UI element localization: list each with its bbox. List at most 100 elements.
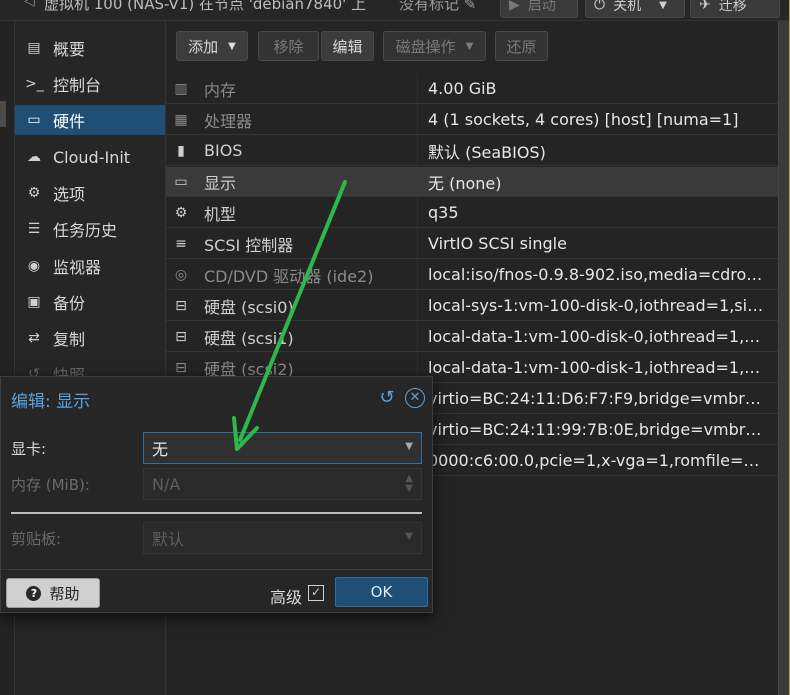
revert-label: 还原 bbox=[506, 37, 537, 56]
table-row[interactable]: ⊟ 硬盘 (scsi0) local-sys-1:vm-100-disk-0,i… bbox=[166, 291, 778, 321]
harddisk-icon: ⊟ bbox=[175, 328, 187, 345]
table-row[interactable]: ≡ SCSI 控制器 VirtIO SCSI single bbox=[166, 229, 778, 259]
sidebar-item-replication[interactable]: ⇄ 复制 bbox=[15, 323, 165, 353]
floppy-icon: ▣ bbox=[27, 294, 41, 310]
sidebar-item-label: Cloud-Init bbox=[53, 147, 131, 167]
ok-button[interactable]: OK bbox=[335, 577, 428, 607]
sidebar-item-label: 概要 bbox=[53, 40, 86, 59]
reset-icon[interactable]: ↺ bbox=[377, 388, 397, 408]
monitor-icon: ▭ bbox=[174, 173, 188, 190]
sidebar-item-monitor[interactable]: ◉ 监视器 bbox=[15, 251, 165, 281]
revert-button[interactable]: 还原 bbox=[495, 31, 548, 61]
book-icon: ▤ bbox=[27, 40, 41, 56]
top-bar: ◁ 虚拟机 100 (NAS-V1) 在节点 'debian7840' 上 没有… bbox=[0, 0, 790, 21]
row-key: 处理器 bbox=[204, 111, 253, 131]
database-icon: ≡ bbox=[175, 235, 187, 252]
sidebar-item-cloud-init[interactable]: ☁ Cloud-Init bbox=[15, 142, 165, 172]
play-icon: ▶ bbox=[509, 0, 520, 13]
clipboard-label: 剪贴板: bbox=[11, 530, 62, 548]
terminal-icon: >_ bbox=[25, 76, 44, 92]
sidebar-item-hardware[interactable]: ▭ 硬件 bbox=[15, 105, 165, 135]
close-icon[interactable]: ✕ bbox=[405, 388, 425, 408]
remove-button[interactable]: 移除 bbox=[258, 31, 319, 61]
chevron-down-icon[interactable]: ▼ bbox=[659, 0, 667, 11]
chevron-down-icon[interactable]: ▼ bbox=[405, 441, 413, 452]
dialog-footer: ? 帮助 高级 ✓ OK bbox=[1, 569, 432, 614]
gpu-label: 显卡: bbox=[11, 440, 47, 458]
gpu-select[interactable]: 无 ▼ bbox=[143, 432, 422, 464]
clipboard-value: 默认 bbox=[152, 530, 185, 549]
disk-ops-label: 磁盘操作 bbox=[395, 37, 456, 56]
row-value: q35 bbox=[428, 203, 459, 222]
row-value: 无 (none) bbox=[428, 173, 502, 193]
sidebar-item-summary[interactable]: ▤ 概要 bbox=[15, 33, 165, 63]
sidebar-item-label: 备份 bbox=[53, 294, 86, 313]
right-panel-edge bbox=[778, 0, 790, 695]
gear-icon: ⚙ bbox=[27, 185, 41, 201]
sidebar-item-label: 复制 bbox=[53, 330, 86, 349]
shutdown-label: 关机 bbox=[613, 0, 642, 14]
cpu-icon: ▦ bbox=[174, 111, 188, 128]
dialog-title: 编辑: 显示 bbox=[11, 392, 91, 412]
dialog-header: 编辑: 显示 ↺ ✕ bbox=[1, 377, 432, 421]
row-key: 显示 bbox=[204, 173, 237, 193]
cdrom-icon: ◎ bbox=[174, 266, 188, 283]
microchip-icon: ▮ bbox=[177, 142, 185, 159]
chevron-down-icon: ▼ bbox=[465, 40, 474, 52]
add-button[interactable]: 添加 ▼ bbox=[176, 31, 248, 61]
start-button[interactable]: ▶ 启动 bbox=[500, 0, 578, 18]
cogs-icon: ⚙ bbox=[174, 204, 188, 221]
clipboard-select[interactable]: 默认 ▼ bbox=[143, 522, 422, 554]
table-row[interactable]: ◎ CD/DVD 驱动器 (ide2) local:iso/fnos-0.9.8… bbox=[166, 260, 778, 290]
table-row[interactable]: ▦ 处理器 4 (1 sockets, 4 cores) [host] [num… bbox=[166, 105, 778, 135]
memory-field[interactable]: N/A ▲ ▼ bbox=[143, 468, 422, 500]
power-icon: ⏻ bbox=[594, 0, 606, 13]
sidebar-item-task-history[interactable]: ☰ 任务历史 bbox=[15, 214, 165, 244]
start-label: 启动 bbox=[527, 0, 556, 14]
back-icon[interactable]: ◁ bbox=[24, 0, 35, 9]
memory-label: 内存 (MiB): bbox=[11, 476, 90, 494]
pencil-icon[interactable]: ✎ bbox=[464, 0, 477, 13]
advanced-checkbox[interactable]: ✓ bbox=[308, 585, 324, 601]
spinner-icon[interactable]: ▲ ▼ bbox=[405, 474, 413, 494]
row-value: local-data-1:vm-100-disk-1,iothread=1,si… bbox=[428, 358, 768, 377]
row-value: 4.00 GiB bbox=[428, 79, 497, 98]
help-button[interactable]: ? 帮助 bbox=[6, 578, 100, 608]
eye-icon: ◉ bbox=[27, 258, 41, 274]
chevron-down-icon[interactable]: ▼ bbox=[405, 531, 413, 542]
row-key: SCSI 控制器 bbox=[204, 235, 294, 255]
sidebar-item-options[interactable]: ⚙ 选项 bbox=[15, 178, 165, 208]
harddisk-icon: ⊟ bbox=[175, 359, 187, 376]
advanced-divider bbox=[11, 512, 422, 514]
shutdown-button[interactable]: ⏻ 关机 ▼ bbox=[585, 0, 685, 18]
cloud-icon: ☁ bbox=[27, 149, 41, 165]
table-row-selected[interactable]: ▭ 显示 无 (none) bbox=[166, 167, 778, 197]
sidebar-item-label: 监视器 bbox=[53, 258, 102, 277]
tree-selection-mark bbox=[0, 101, 6, 127]
table-row[interactable]: ⊟ 硬盘 (scsi1) local-data-1:vm-100-disk-0,… bbox=[166, 322, 778, 352]
sidebar-item-label: 任务历史 bbox=[53, 221, 118, 240]
sidebar-item-backup[interactable]: ▣ 备份 bbox=[15, 287, 165, 317]
ok-label: OK bbox=[370, 583, 393, 601]
chevron-down-icon: ▼ bbox=[228, 40, 236, 52]
disk-ops-button[interactable]: 磁盘操作 ▼ bbox=[383, 31, 486, 61]
row-key: 内存 bbox=[204, 80, 237, 100]
paper-plane-icon: ✈ bbox=[699, 0, 711, 13]
row-key: 机型 bbox=[204, 204, 237, 224]
row-value: virtio=BC:24:11:99:7B:0E,bridge=vmbr1,fi… bbox=[428, 420, 768, 439]
add-label: 添加 bbox=[188, 37, 219, 56]
table-row[interactable]: ⚙ 机型 q35 bbox=[166, 198, 778, 228]
edit-button[interactable]: 编辑 bbox=[321, 31, 374, 61]
migrate-button[interactable]: ✈ 迁移 bbox=[690, 0, 780, 18]
gpu-value: 无 bbox=[152, 440, 169, 459]
sidebar-item-label: 硬件 bbox=[53, 112, 86, 131]
table-row[interactable]: ▮ BIOS 默认 (SeaBIOS) bbox=[166, 136, 778, 166]
sidebar-item-console[interactable]: >_ 控制台 bbox=[15, 69, 165, 99]
advanced-label: 高级 bbox=[270, 588, 303, 607]
row-value: virtio=BC:24:11:D6:F7:F9,bridge=vmbr0,fi… bbox=[428, 389, 768, 408]
table-row[interactable]: ▥ 内存 4.00 GiB bbox=[166, 74, 778, 104]
help-label: 帮助 bbox=[49, 584, 80, 603]
tags-label[interactable]: 没有标记 ✎ bbox=[399, 0, 476, 14]
memory-placeholder: N/A bbox=[152, 474, 181, 494]
row-key: CD/DVD 驱动器 (ide2) bbox=[204, 266, 374, 286]
